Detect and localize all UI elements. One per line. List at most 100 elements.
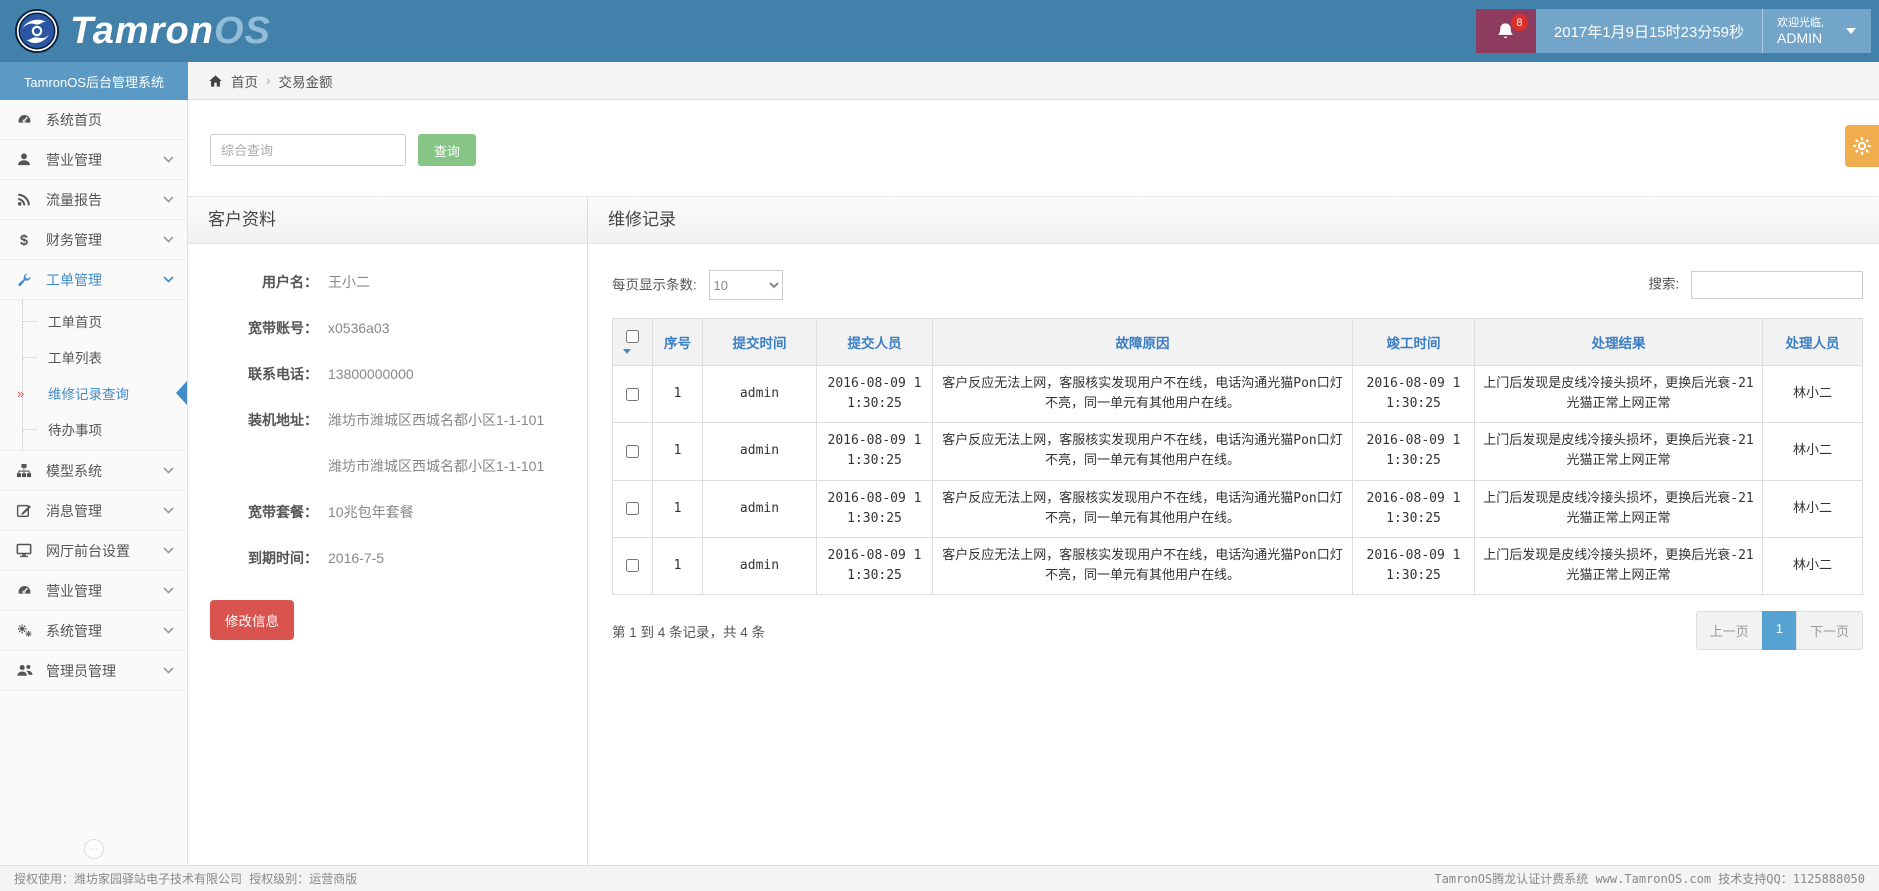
column-header-seq[interactable]: 序号 bbox=[653, 319, 703, 366]
sidebar-item-label: 模型系统 bbox=[46, 461, 163, 481]
table-row: 1admin2016-08-09 11:30:25客户反应无法上网，客服核实发现… bbox=[613, 366, 1863, 423]
column-header-fault[interactable]: 故障原因 bbox=[933, 319, 1353, 366]
field-value: 潍坊市潍城区西城名都小区1-1-101 bbox=[328, 410, 544, 430]
sidebar-item-finance-mgmt[interactable]: $ 财务管理 bbox=[0, 220, 187, 260]
field-label: 装机地址： bbox=[206, 410, 318, 430]
gear-icon bbox=[1852, 136, 1872, 156]
column-header-sub[interactable]: 提交时间 bbox=[703, 319, 817, 366]
notifications-button[interactable]: 8 bbox=[1476, 9, 1536, 53]
sidebar-item-work-order-mgmt[interactable]: 工单管理 bbox=[0, 260, 187, 300]
pagination-prev-button[interactable]: 上一页 bbox=[1696, 611, 1763, 650]
row-checkbox-cell bbox=[613, 537, 653, 594]
cell-handler: 林小二 bbox=[1763, 480, 1863, 537]
cell-result: 上门后发现是皮线冷接头损坏，更换后光衰-21光猫正常上网正常 bbox=[1475, 537, 1763, 594]
cell-submitter: admin bbox=[703, 537, 817, 594]
cell-handler: 林小二 bbox=[1763, 366, 1863, 423]
user-menu[interactable]: 欢迎光临, ADMIN bbox=[1763, 9, 1871, 53]
user-icon bbox=[16, 152, 35, 168]
sidebar-subitem-work-order-home[interactable]: 工单首页 bbox=[0, 303, 187, 339]
column-header-handler[interactable]: 处理人员 bbox=[1763, 319, 1863, 366]
sidebar-subitem-label: 工单列表 bbox=[48, 347, 102, 367]
sidebar-item-system-mgmt[interactable]: 系统管理 bbox=[0, 611, 187, 651]
column-header-finish[interactable]: 竣工时间 bbox=[1353, 319, 1475, 366]
sidebar-item-label: 消息管理 bbox=[46, 501, 163, 521]
pagination-next-button[interactable]: 下一页 bbox=[1796, 611, 1863, 650]
sidebar-item-business-mgmt-2[interactable]: 营业管理 bbox=[0, 571, 187, 611]
sidebar-item-label: 营业管理 bbox=[46, 581, 163, 601]
row-checkbox[interactable] bbox=[626, 445, 639, 458]
field-label bbox=[206, 456, 318, 476]
sidebar-item-model-system[interactable]: 模型系统 bbox=[0, 451, 187, 491]
logo: TamronOS bbox=[0, 8, 271, 54]
sidebar-subitem-label: 工单首页 bbox=[48, 311, 102, 331]
edit-info-button[interactable]: 修改信息 bbox=[210, 600, 294, 640]
settings-fab-button[interactable] bbox=[1845, 125, 1879, 167]
sidebar-item-label: 财务管理 bbox=[46, 230, 163, 250]
user-menu-labels: 欢迎光临, ADMIN bbox=[1777, 16, 1824, 46]
sidebar-item-label: 系统管理 bbox=[46, 621, 163, 641]
panels: 客户资料 用户名：王小二宽带账号：x0536a03联系电话：1380000000… bbox=[188, 196, 1879, 865]
field-label: 联系电话： bbox=[206, 364, 318, 384]
cell-submit_time: 2016-08-09 11:30:25 bbox=[817, 537, 933, 594]
sidebar-subitem-label: 待办事项 bbox=[48, 419, 102, 439]
search-button[interactable]: 查询 bbox=[418, 134, 476, 166]
pagination: 上一页 1 下一页 bbox=[1696, 611, 1863, 650]
cell-seq: 1 bbox=[653, 480, 703, 537]
table-row: 1admin2016-08-09 11:30:25客户反应无法上网，客服核实发现… bbox=[613, 480, 1863, 537]
chevron-down-icon bbox=[163, 276, 174, 283]
breadcrumb-current: 交易金额 bbox=[279, 71, 333, 91]
sidebar-subitem-work-order-list[interactable]: 工单列表 bbox=[0, 339, 187, 375]
sidebar-item-message-mgmt[interactable]: 消息管理 bbox=[0, 491, 187, 531]
field-label: 用户名： bbox=[206, 272, 318, 292]
customer-field: 潍坊市潍城区西城名都小区1-1-101 bbox=[206, 456, 569, 476]
search-input[interactable] bbox=[210, 134, 406, 166]
table-row: 1admin2016-08-09 11:30:25客户反应无法上网，客服核实发现… bbox=[613, 423, 1863, 480]
row-checkbox[interactable] bbox=[626, 559, 639, 572]
pagination-page-1-button[interactable]: 1 bbox=[1762, 611, 1797, 650]
sidebar-subitem-repair-record-query[interactable]: »维修记录查询 bbox=[0, 375, 187, 411]
sidebar-footer-toggle[interactable]: ⋯ bbox=[84, 839, 104, 859]
field-value: 13800000000 bbox=[328, 364, 414, 384]
gears-icon bbox=[16, 623, 35, 639]
notification-badge: 8 bbox=[1511, 14, 1528, 31]
sidebar-item-traffic-report[interactable]: 流量报告 bbox=[0, 180, 187, 220]
field-value: 2016-7-5 bbox=[328, 548, 384, 568]
sidebar-item-label: 营业管理 bbox=[46, 150, 163, 170]
field-label: 宽带账号： bbox=[206, 318, 318, 338]
users-icon bbox=[16, 663, 35, 679]
sidebar-subitem-todo-items[interactable]: 待办事项 bbox=[0, 411, 187, 447]
cell-result: 上门后发现是皮线冷接头损坏，更换后光衰-21光猫正常上网正常 bbox=[1475, 366, 1763, 423]
field-value: 10兆包年套餐 bbox=[328, 502, 414, 522]
breadcrumb-home[interactable]: 首页 bbox=[231, 71, 258, 91]
sidebar-item-business-mgmt[interactable]: 营业管理 bbox=[0, 140, 187, 180]
customer-fields: 用户名：王小二宽带账号：x0536a03联系电话：13800000000装机地址… bbox=[188, 244, 587, 568]
footer-license-text: 授权使用：潍坊家园驿站电子技术有限公司 授权级别：运营商版 bbox=[14, 870, 357, 887]
column-header-time[interactable]: 提交人员 bbox=[817, 319, 933, 366]
chevron-down-icon bbox=[163, 627, 174, 634]
dollar-icon: $ bbox=[16, 232, 35, 248]
sort-caret-icon bbox=[623, 349, 631, 354]
table-search-input[interactable] bbox=[1691, 271, 1863, 299]
cell-submit_time: 2016-08-09 11:30:25 bbox=[817, 423, 933, 480]
welcome-text: 欢迎光临, bbox=[1777, 16, 1824, 31]
datetime-display: 2017年1月9日15时23分59秒 bbox=[1536, 9, 1763, 53]
sidebar-item-admin-mgmt[interactable]: 管理员管理 bbox=[0, 651, 187, 691]
select-all-checkbox[interactable] bbox=[626, 330, 639, 343]
gauge-icon bbox=[16, 583, 35, 599]
sidebar-subitem-label: 维修记录查询 bbox=[48, 383, 129, 403]
page-size-select[interactable]: 10 bbox=[709, 270, 783, 300]
row-checkbox[interactable] bbox=[626, 502, 639, 515]
page-footer: 授权使用：潍坊家园驿站电子技术有限公司 授权级别：运营商版 TamronOS腾龙… bbox=[0, 865, 1879, 891]
table-search-control: 搜索: bbox=[1648, 271, 1863, 299]
row-checkbox[interactable] bbox=[626, 388, 639, 401]
sidebar-item-portal-settings[interactable]: 网厅前台设置 bbox=[0, 531, 187, 571]
chevron-down-icon bbox=[163, 667, 174, 674]
cell-submitter: admin bbox=[703, 366, 817, 423]
sidebar-item-system-home[interactable]: 系统首页 bbox=[0, 100, 187, 140]
cell-fault: 客户反应无法上网，客服核实发现用户不在线，电话沟通光猫Pon口灯不亮，同一单元有… bbox=[933, 537, 1353, 594]
cell-finish_time: 2016-08-09 11:30:25 bbox=[1353, 480, 1475, 537]
page-size-label: 每页显示条数: bbox=[612, 278, 697, 293]
svg-text:$: $ bbox=[20, 233, 28, 248]
field-label: 宽带套餐： bbox=[206, 502, 318, 522]
column-header-result[interactable]: 处理结果 bbox=[1475, 319, 1763, 366]
